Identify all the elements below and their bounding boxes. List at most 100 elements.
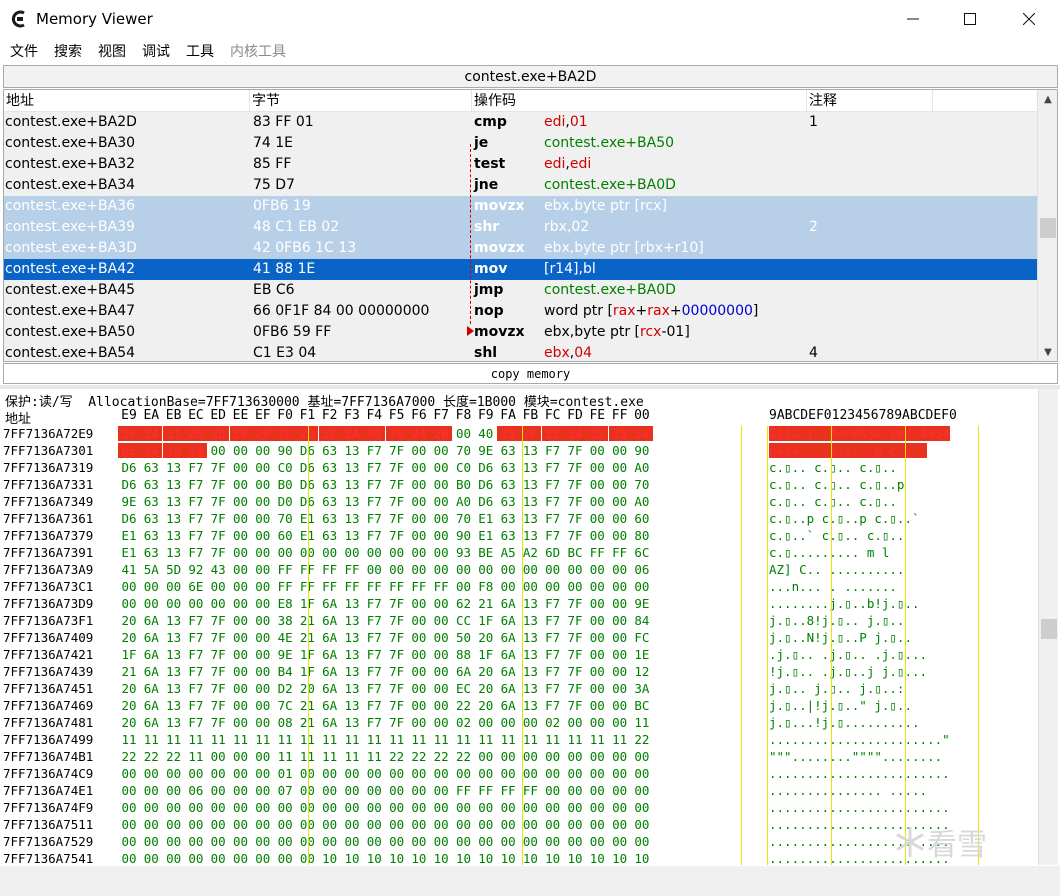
hex-byte[interactable]: 00 xyxy=(118,596,140,611)
hex-byte[interactable]: 00 xyxy=(230,817,252,832)
hex-byte[interactable]: 21 xyxy=(475,596,497,611)
hex-byte[interactable]: 00 xyxy=(341,766,363,781)
hex-byte[interactable]: FF xyxy=(430,579,452,594)
hex-byte[interactable]: 92 xyxy=(185,562,207,577)
hex-byte[interactable]: 20 xyxy=(118,698,140,713)
hex-byte[interactable]: 90 xyxy=(631,443,653,458)
hex-byte[interactable]: 7F xyxy=(386,681,408,696)
hex-byte[interactable]: 24 xyxy=(407,426,430,441)
hex-byte[interactable]: 00 xyxy=(609,749,631,764)
hex-byte[interactable]: 70 xyxy=(631,477,653,492)
hex-byte[interactable]: 00 xyxy=(631,749,653,764)
hex-byte[interactable]: 00 xyxy=(475,834,497,849)
hex-scrollbar[interactable] xyxy=(1038,389,1058,865)
hex-byte[interactable]: 6D xyxy=(542,545,564,560)
hex-byte[interactable]: 00 xyxy=(252,596,274,611)
disasm-row[interactable]: contest.exe+BA50 0FB6 59 FF movzx ebx,byte … xyxy=(4,322,1038,343)
hex-byte[interactable]: 00 xyxy=(609,817,631,832)
hex-byte[interactable]: D2 xyxy=(274,681,296,696)
disasm-row[interactable]: contest.exe+BA32 85 FF test edi,edi xyxy=(4,154,1038,175)
hex-byte[interactable]: FF xyxy=(408,579,430,594)
hex-byte[interactable]: 70 xyxy=(453,511,475,526)
hex-byte[interactable]: 00 xyxy=(430,460,452,475)
hex-byte[interactable]: 7F xyxy=(207,698,229,713)
hex-byte[interactable]: 00 xyxy=(252,647,274,662)
hex-byte[interactable]: 9E xyxy=(274,647,296,662)
hex-byte[interactable]: 00 xyxy=(140,851,162,865)
hex-byte[interactable]: F7 xyxy=(363,664,385,679)
hex-byte[interactable]: 13 xyxy=(341,698,363,713)
hex-byte[interactable]: 22 xyxy=(163,749,185,764)
hex-byte[interactable]: 00 xyxy=(542,749,564,764)
hex-byte[interactable]: 00 xyxy=(163,596,185,611)
hex-byte[interactable]: 02 xyxy=(542,715,564,730)
hex-byte[interactable]: 10 xyxy=(319,851,341,865)
hex-byte[interactable]: 5A xyxy=(140,562,162,577)
hex-byte[interactable]: 00 xyxy=(207,596,229,611)
scroll-down-icon[interactable]: ▼ xyxy=(1038,343,1057,361)
hex-byte[interactable]: 00 xyxy=(163,800,185,815)
hex-byte[interactable]: 00 xyxy=(631,579,653,594)
hex-byte[interactable]: 00 xyxy=(586,494,608,509)
hex-byte[interactable]: 10 xyxy=(341,851,363,865)
hex-byte[interactable]: 7F xyxy=(564,477,586,492)
hex-byte[interactable]: 00 xyxy=(252,715,274,730)
hex-byte[interactable]: 1F xyxy=(475,613,497,628)
disasm-row[interactable]: contest.exe+BA2D 83 FF 01 cmp edi,01 1 xyxy=(4,112,1038,133)
hex-byte[interactable]: E1 xyxy=(475,528,497,543)
hex-byte[interactable]: A0 xyxy=(453,494,475,509)
scroll-up-icon[interactable]: ▲ xyxy=(1038,90,1057,108)
hex-byte[interactable]: 00 xyxy=(542,562,564,577)
hex-byte[interactable]: 22 xyxy=(386,749,408,764)
hex-byte[interactable]: 00 xyxy=(586,834,608,849)
hex-byte[interactable]: 00 xyxy=(252,613,274,628)
hex-byte[interactable]: F7 xyxy=(185,647,207,662)
hex-byte[interactable]: 63 xyxy=(497,511,519,526)
hex-byte[interactable]: 7F xyxy=(207,528,229,543)
hex-byte[interactable]: 00 xyxy=(207,766,229,781)
hex-byte[interactable]: 11 xyxy=(319,732,341,747)
hex-byte[interactable]: 00 xyxy=(274,817,296,832)
hex-byte[interactable]: 11 xyxy=(408,732,430,747)
hex-byte[interactable]: 00 xyxy=(185,800,207,815)
hex-byte[interactable]: 7F xyxy=(207,613,229,628)
hex-byte[interactable]: 7F xyxy=(386,698,408,713)
hex-byte[interactable]: 00 xyxy=(118,766,140,781)
hex-byte[interactable]: 00 xyxy=(564,579,586,594)
hex-byte[interactable]: F7 xyxy=(363,613,385,628)
hex-byte[interactable]: 7F xyxy=(207,630,229,645)
hex-byte[interactable]: FF xyxy=(497,783,519,798)
hex-byte[interactable]: 23 xyxy=(497,426,520,441)
hex-byte[interactable]: 00 xyxy=(140,834,162,849)
hex-byte[interactable]: FF xyxy=(319,562,341,577)
hex-byte[interactable]: 11 xyxy=(140,732,162,747)
hex-byte[interactable]: 00 xyxy=(609,613,631,628)
hex-byte[interactable]: 6A xyxy=(319,596,341,611)
hex-byte[interactable]: 6A xyxy=(319,647,341,662)
hex-byte[interactable]: 7F xyxy=(564,647,586,662)
hex-byte[interactable]: 00 xyxy=(230,664,252,679)
hex-byte[interactable]: 62 xyxy=(453,596,475,611)
hex-byte[interactable]: F7 xyxy=(542,647,564,662)
hex-byte[interactable]: 00 xyxy=(497,766,519,781)
hex-byte[interactable]: 34 xyxy=(564,426,586,441)
hex-byte[interactable]: B4 xyxy=(274,664,296,679)
hex-byte[interactable]: F7 xyxy=(542,460,564,475)
hex-byte[interactable]: 60 xyxy=(631,511,653,526)
hex-byte[interactable]: 43 xyxy=(207,562,229,577)
hex-byte[interactable]: 00 xyxy=(609,698,631,713)
menu-file[interactable]: 文件 xyxy=(0,41,46,61)
hex-byte[interactable]: 00 xyxy=(252,681,274,696)
hex-byte[interactable]: 00 xyxy=(274,834,296,849)
hex-byte[interactable]: 3A xyxy=(631,681,653,696)
hex-byte[interactable]: 20 xyxy=(475,681,497,696)
hex-byte[interactable]: 00 xyxy=(252,834,274,849)
hex-byte[interactable]: 00 xyxy=(319,800,341,815)
hex-byte[interactable]: 6A xyxy=(497,596,519,611)
hex-byte[interactable]: BE xyxy=(475,545,497,560)
hex-byte[interactable]: 00 xyxy=(586,443,608,458)
hex-byte[interactable]: F7 xyxy=(363,698,385,713)
hex-byte[interactable]: 00 xyxy=(430,545,452,560)
hex-byte[interactable]: 63 xyxy=(319,477,341,492)
hex-byte[interactable]: 7F xyxy=(207,477,229,492)
